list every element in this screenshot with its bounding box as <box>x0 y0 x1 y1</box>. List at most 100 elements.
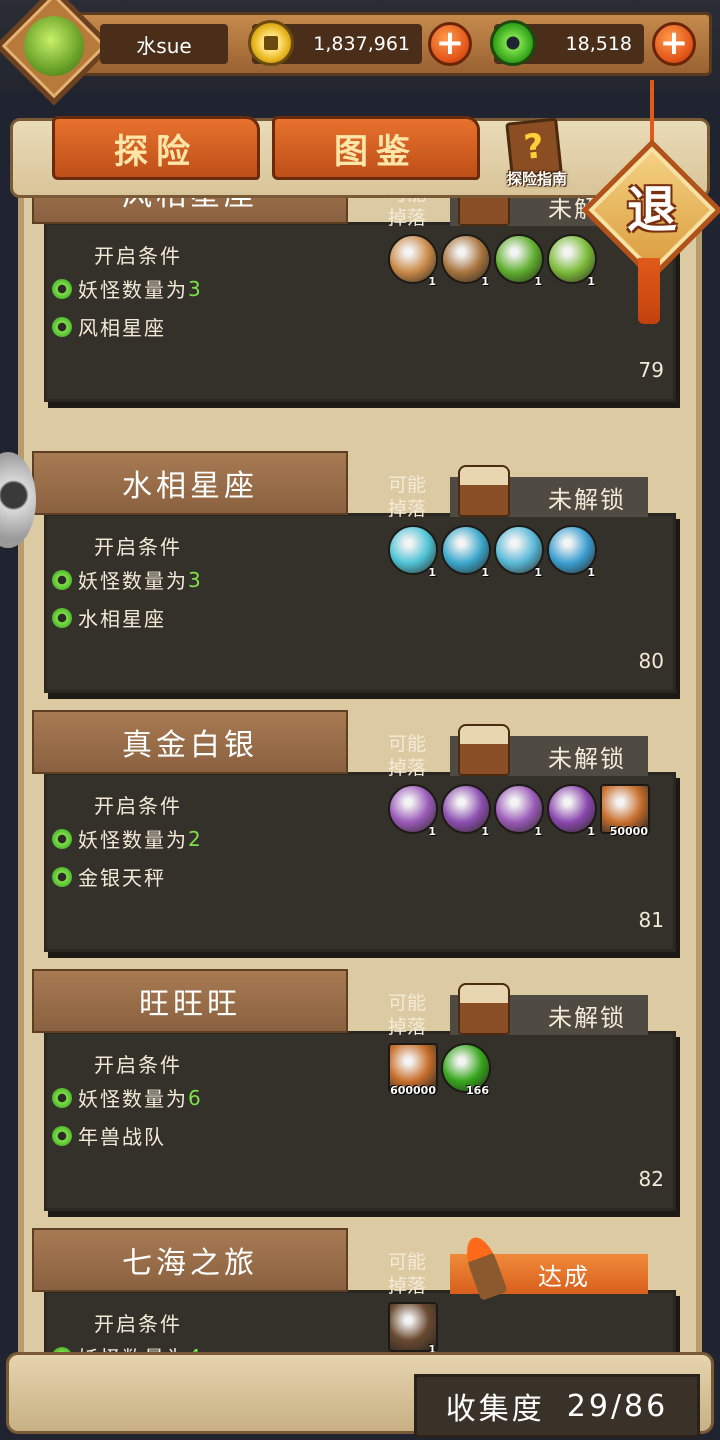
condition-group-name: 风相星座 <box>78 316 166 340</box>
list-item[interactable]: 水相星座 开启条件 妖怪数量为 3 水相星座 可能 掉落 未解锁 1 1 1 1… <box>30 451 692 693</box>
player-name: 水sue <box>100 24 228 64</box>
drop-label-line2: 掉落 <box>388 207 427 229</box>
list-item[interactable]: 七海之旅开启条件 妖怪数量为4 可能 掉落 达成 1 <box>30 1228 692 1354</box>
exit-label[interactable]: 退 <box>602 170 702 250</box>
entry-number: 82 <box>638 1167 664 1191</box>
list-item[interactable]: 风相星座开启条件 妖怪数量为3 风相星座 可能 掉落 未解锁 1 <box>30 198 692 402</box>
jade-bullet-icon <box>52 607 72 628</box>
condition-number: 3 <box>188 276 203 301</box>
entry-list[interactable]: 风相星座开启条件 妖怪数量为3 风相星座 可能 掉落 未解锁 1 <box>30 198 692 1354</box>
condition-group: 年兽战队 <box>52 1121 166 1150</box>
drop-qty: 1 <box>534 825 542 838</box>
entry-title: 水相星座 <box>32 451 348 515</box>
tree-stump-icon[interactable]: 1 <box>441 234 491 288</box>
drop-label: 可能 掉落 <box>388 1250 444 1298</box>
drop-label-line2: 掉落 <box>388 757 427 779</box>
drop-label-line1: 可能 <box>388 474 427 496</box>
treasure-chest-icon <box>458 724 510 776</box>
bamboo-icon[interactable]: 1 <box>547 234 597 288</box>
conditions-header: 开启条件 <box>94 1053 182 1077</box>
jade-icon[interactable]: 166 <box>441 1043 491 1097</box>
jade-icon <box>490 20 536 66</box>
tab-collection[interactable]: 图鉴 <box>272 116 480 180</box>
drop-label: 可能 掉落 <box>388 732 444 780</box>
exit-tassel <box>638 258 660 324</box>
drop-label: 可能 掉落 <box>388 991 444 1039</box>
jade-bullet-icon <box>52 828 72 849</box>
blue-flame-icon[interactable]: 1 <box>547 525 597 579</box>
entry-number: 81 <box>638 908 664 932</box>
condition-count: 妖怪数量为 2 <box>52 824 203 853</box>
drop-label-line2: 掉落 <box>388 498 427 520</box>
condition-count: 妖怪数量为 3 <box>52 274 203 303</box>
entry-title: 旺旺旺 <box>32 969 348 1033</box>
condition-count: 妖怪数量为 6 <box>52 1083 203 1112</box>
condition-group-name: 金银天秤 <box>78 866 166 890</box>
drop-qty: 1 <box>534 566 542 579</box>
condition-text: 妖怪数量为 <box>78 828 188 852</box>
drop-qty: 1 <box>428 275 436 288</box>
gold-bag-icon[interactable]: 50000 <box>600 784 650 838</box>
condition-group-name: 水相星座 <box>78 607 166 631</box>
playing-card-icon[interactable]: 1 <box>388 1302 438 1354</box>
drop-qty: 1 <box>481 825 489 838</box>
entry-number: 79 <box>638 358 664 382</box>
treasure-chest-icon <box>458 198 510 226</box>
conditions-header: 开启条件 <box>94 1312 182 1336</box>
drop-qty: 166 <box>466 1084 489 1097</box>
wood-plank-icon[interactable]: 1 <box>388 234 438 288</box>
ice-crystal-icon[interactable]: 1 <box>494 525 544 579</box>
collection-value: 29/86 <box>566 1388 669 1424</box>
condition-number: 2 <box>188 826 203 851</box>
add-jade-button[interactable]: + <box>652 22 696 66</box>
condition-text: 妖怪数量为 <box>78 278 188 302</box>
entry-title: 真金白银 <box>32 710 348 774</box>
drop-label: 可能 掉落 <box>388 198 444 230</box>
drop-qty: 1 <box>587 275 595 288</box>
explore-guide-button[interactable]: ? 探险指南 <box>496 117 578 192</box>
drop-label-line2: 掉落 <box>388 1016 427 1038</box>
condition-group: 水相星座 <box>52 603 166 632</box>
snowflake-block-icon[interactable]: 1 <box>441 525 491 579</box>
condition-group-name: 年兽战队 <box>78 1125 166 1149</box>
avatar[interactable] <box>24 16 84 76</box>
conditions-header: 开启条件 <box>94 794 182 818</box>
guide-label: 探险指南 <box>506 170 567 188</box>
purple-feather-icon[interactable]: 1 <box>388 784 438 838</box>
condition-number: 6 <box>188 1085 203 1110</box>
collection-progress: 收集度 29/86 <box>414 1374 700 1438</box>
purple-feather-icon[interactable]: 1 <box>441 784 491 838</box>
coin-icon <box>248 20 294 66</box>
entry-number: 80 <box>638 649 664 673</box>
jade-bullet-icon <box>52 866 72 887</box>
entry-title: 七海之旅 <box>32 1228 348 1292</box>
condition-number: 3 <box>188 567 203 592</box>
jade-bullet-icon <box>52 1087 72 1108</box>
list-item[interactable]: 真金白银 开启条件 妖怪数量为 2 金银天秤 可能 掉落 未解锁 1 1 1 1… <box>30 710 692 952</box>
treasure-chest-icon <box>458 983 510 1035</box>
drop-qty: 1 <box>534 275 542 288</box>
drop-label-line1: 可能 <box>388 1251 427 1273</box>
jade-bullet-icon <box>52 569 72 590</box>
tab-explore[interactable]: 探险 <box>52 116 260 180</box>
green-vine-icon[interactable]: 1 <box>494 234 544 288</box>
jade-bullet-icon <box>52 1125 72 1146</box>
purple-jade-icon[interactable]: 1 <box>547 784 597 838</box>
jade-bullet-icon <box>52 316 72 337</box>
jade-bullet-icon <box>52 278 72 299</box>
purple-feather-icon[interactable]: 1 <box>494 784 544 838</box>
drop-qty: 1 <box>587 566 595 579</box>
drop-qty: 1 <box>587 825 595 838</box>
list-item[interactable]: 旺旺旺 开启条件 妖怪数量为 6 年兽战队 可能 掉落 未解锁 600000 1… <box>30 969 692 1211</box>
drop-qty: 1 <box>481 275 489 288</box>
collection-label: 收集度 <box>445 1392 545 1427</box>
drop-label: 可能 掉落 <box>388 473 444 521</box>
gold-bag-icon[interactable]: 600000 <box>388 1043 438 1097</box>
drop-label-line1: 可能 <box>388 992 427 1014</box>
condition-text: 妖怪数量为 <box>78 1087 188 1111</box>
water-drop-icon[interactable]: 1 <box>388 525 438 579</box>
entry-title: 风相星座 <box>32 198 348 224</box>
add-coins-button[interactable]: + <box>428 22 472 66</box>
condition-group: 金银天秤 <box>52 862 166 891</box>
treasure-chest-icon <box>458 465 510 517</box>
